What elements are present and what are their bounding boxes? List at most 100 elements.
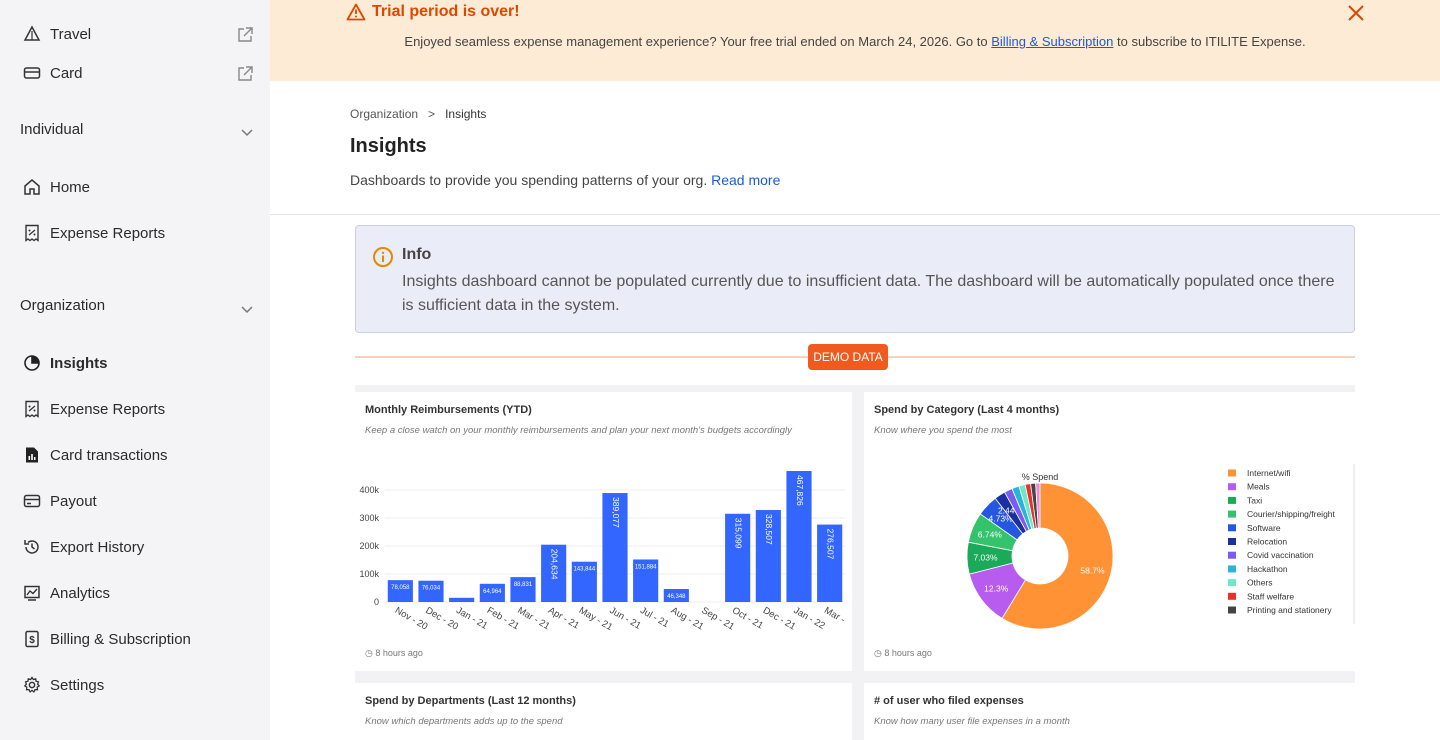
card-subtitle: Keep a close watch on your monthly reimb… [365,425,792,436]
legend-label: Relocation [1247,537,1287,547]
x-tick-label: Nov - 20 [393,605,430,632]
sidebar-item-card[interactable]: Card [22,63,83,83]
card-subtitle: Know where you spend the most [874,425,1012,436]
clock-icon: ◷ [874,648,882,658]
page-subtitle-text: Dashboards to provide you spending patte… [350,172,708,188]
x-tick-label: Jan - 22 [792,605,827,632]
legend-swatch [1228,592,1236,600]
legend-swatch [1228,496,1236,504]
external-link-icon[interactable] [236,65,254,83]
page-title: Insights [350,135,427,157]
sidebar-section-individual[interactable]: Individual [20,121,83,138]
bar-data-label: 88,831 [514,582,533,588]
x-tick-label: Mar - 21 [516,605,552,632]
sidebar-item-home[interactable]: Home [22,177,90,197]
svg-text:$: $ [29,635,35,646]
card-timestamp: ◷ 8 hours ago [874,648,932,659]
info-icon [372,246,394,268]
home-icon [22,177,42,197]
legend-swatch [1228,510,1236,518]
card-time-text: 8 hours ago [375,648,423,658]
legend-label: Taxi [1247,495,1262,505]
travel-icon [22,24,42,44]
card-subtitle: Know how many user file expenses in a mo… [874,716,1070,727]
card-spend-by-departments: Spend by Departments (Last 12 months) Kn… [355,683,852,740]
pie-chart-icon [22,353,42,373]
x-tick-label: Aug - 21 [669,605,706,632]
bar-chart: 0 100k 200k 300k 400k 78,058 Nov - 20 76,034 Dec… [359,471,847,633]
legend-swatch [1228,538,1236,545]
bar-data-label: 151,884 [635,564,657,570]
bar-data-label: 315,099 [733,518,743,549]
breadcrumb-separator: > [428,107,436,121]
sidebar-item-label: Travel [50,25,92,43]
card-timestamp: ◷ 8 hours ago [365,648,423,659]
banner-title: Trial period is over! [346,3,520,21]
x-tick-label: Sep - 21 [700,605,737,632]
sidebar-item-label: Home [50,178,91,196]
sidebar-item-expense-reports-individual[interactable]: Expense Reports [22,223,165,243]
history-icon [22,537,42,557]
sidebar-item-label: Expense Reports [50,400,166,418]
breadcrumb: Organization > Insights [350,107,486,121]
bar-data-label: 204,634 [549,549,559,580]
pie-title: % Spend [1022,472,1059,482]
billing-icon: $ [22,629,42,649]
y-tick-label: 400k [359,485,379,495]
sidebar-item-travel[interactable]: Travel [22,24,91,44]
pie-slice-label: 7.03% [973,553,998,563]
sidebar-item-settings[interactable]: Settings [22,675,104,695]
external-link-icon[interactable] [236,26,254,44]
legend-label: Meals [1247,482,1270,492]
close-icon[interactable] [1347,4,1365,22]
x-tick-label: Jun - 21 [608,605,643,632]
sidebar-item-insights[interactable]: Insights [22,353,108,373]
warning-icon [346,3,366,21]
banner-title-text: Trial period is over! [372,3,520,20]
demo-data-badge: DEMO DATA [808,344,888,370]
sidebar-section-organization[interactable]: Organization [20,297,105,314]
sidebar-item-analytics[interactable]: Analytics [22,583,110,603]
legend-label: Hackathon [1247,564,1288,574]
sidebar-item-label: Analytics [50,584,111,602]
x-tick-label: Jul - 21 [638,605,670,630]
legend-label: Others [1247,578,1273,588]
billing-subscription-link[interactable]: Billing & Subscription [991,34,1113,49]
card-title: Spend by Category (Last 4 months) [874,404,1060,416]
card-title: Monthly Reimbursements (YTD) [365,404,532,416]
card-monthly-reimbursements: Monthly Reimbursements (YTD) Keep a clos… [355,392,852,671]
sidebar-item-label: Export History [50,538,145,556]
receipt-icon [22,223,42,243]
divider [270,214,1440,215]
clock-icon: ◷ [365,648,373,658]
receipt-icon [22,399,42,419]
legend-swatch [1228,469,1236,477]
sidebar-item-expense-reports[interactable]: Expense Reports [22,399,165,419]
breadcrumb-current: Insights [445,107,487,121]
sidebar-item-payout[interactable]: Payout [22,491,97,511]
breadcrumb-organization[interactable]: Organization [350,107,418,121]
x-tick-label: Oct - 21 [730,605,765,631]
sidebar-item-label: Card [50,64,83,82]
sidebar-item-label: Card transactions [50,446,168,464]
card-time-text: 8 hours ago [884,648,932,658]
trial-banner: Trial period is over! Enjoyed seamless e… [270,0,1440,81]
sidebar-item-label: Settings [50,676,105,694]
sidebar-item-label: Insights [50,354,108,372]
bar-data-label: 143,844 [573,567,595,573]
y-tick-label: 0 [374,597,379,607]
sidebar-item-export-history[interactable]: Export History [22,537,144,557]
chevron-down-icon[interactable] [240,125,254,139]
legend-swatch [1228,565,1236,573]
sidebar-item-card-transactions[interactable]: Card transactions [22,445,168,465]
analytics-icon [22,583,42,603]
chevron-down-icon[interactable] [240,302,254,316]
card-icon [22,63,42,83]
sidebar-item-billing[interactable]: $ Billing & Subscription [22,629,191,649]
read-more-link[interactable]: Read more [711,172,780,188]
bar-data-label: 467,826 [795,475,805,506]
card-title: Spend by Departments (Last 12 months) [365,695,576,707]
pie-slice-label: 12.3% [984,583,1009,593]
pie-chart: % Spend58.7%12.3%7.03%6.74%4.73%2.44%Int… [966,464,1355,629]
pie-slice-label: 58.7% [1080,566,1105,576]
